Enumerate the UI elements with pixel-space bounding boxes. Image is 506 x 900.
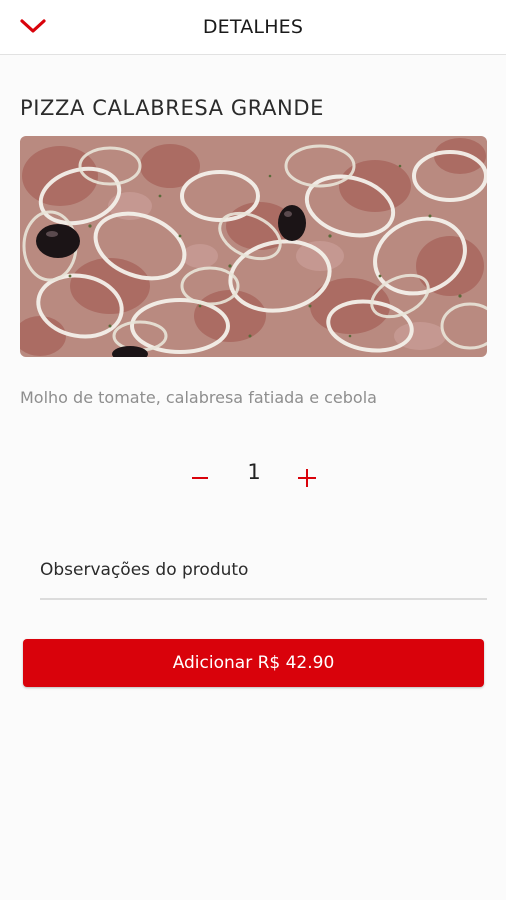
minus-icon — [191, 469, 209, 491]
decrease-quantity-button[interactable] — [184, 464, 216, 496]
product-notes-input[interactable] — [40, 548, 487, 592]
product-description: Molho de tomate, calabresa fatiada e ceb… — [20, 388, 377, 407]
increase-quantity-button[interactable] — [291, 464, 323, 496]
plus-icon — [297, 468, 317, 492]
page-title: DETALHES — [202, 16, 304, 38]
add-to-cart-button[interactable]: Adicionar R$ 42.90 — [23, 639, 484, 687]
top-bar: DETALHES — [0, 0, 506, 55]
product-notes-field — [40, 548, 487, 600]
chevron-down-icon — [19, 17, 47, 39]
quantity-value: 1 — [247, 460, 261, 484]
product-name: PIZZA CALABRESA GRANDE — [20, 96, 325, 120]
product-detail-screen: DETALHES PIZZA CALABRESA GRANDE Molho de… — [0, 0, 506, 900]
product-image — [20, 136, 487, 357]
back-button[interactable] — [14, 12, 52, 44]
